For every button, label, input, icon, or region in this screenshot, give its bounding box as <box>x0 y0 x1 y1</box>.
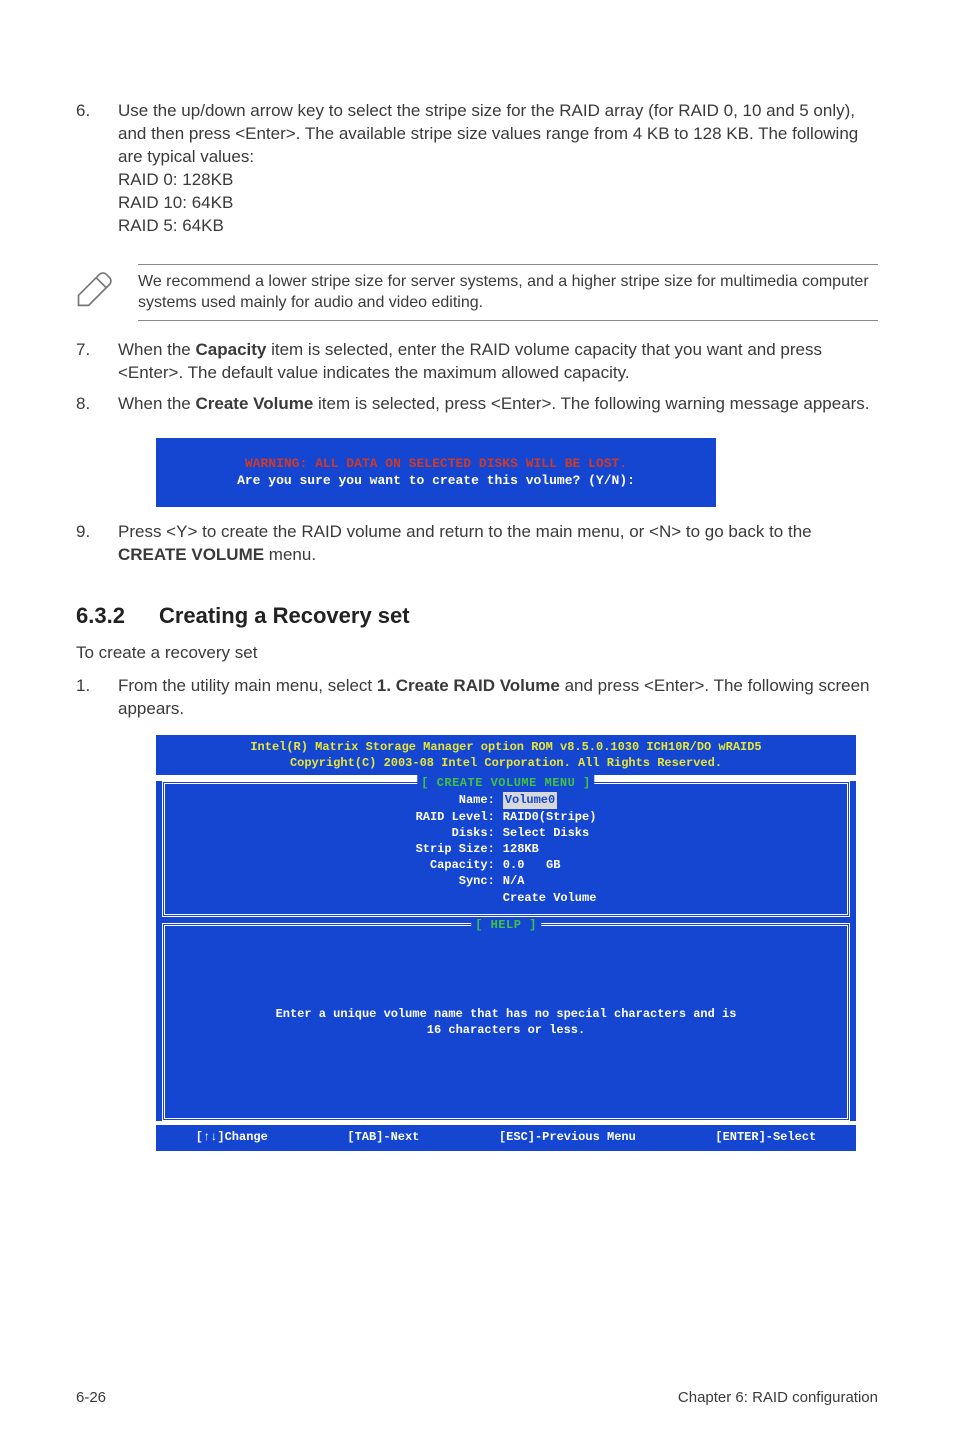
list-number: 1. <box>76 675 118 721</box>
bios-body: [ CREATE VOLUME MENU ] Name: RAID Level:… <box>156 781 856 1120</box>
label-sync: Sync: <box>416 873 495 889</box>
list-item-1: 1. From the utility main menu, select 1.… <box>76 675 878 721</box>
list-body: When the Capacity item is selected, ente… <box>118 339 878 385</box>
list-number: 7. <box>76 339 118 385</box>
list-body: From the utility main menu, select 1. Cr… <box>118 675 878 721</box>
list-number: 9. <box>76 521 118 567</box>
document-page: 6. Use the up/down arrow key to select t… <box>0 0 954 1438</box>
page-number: 6-26 <box>76 1388 106 1408</box>
step6-text: Use the up/down arrow key to select the … <box>118 101 858 166</box>
step6-raid10: RAID 10: 64KB <box>118 193 233 212</box>
help-line1: Enter a unique volume name that has no s… <box>276 1006 737 1022</box>
step6-raid0: RAID 0: 128KB <box>118 170 233 189</box>
bios-header-line2: Copyright(C) 2003-08 Intel Corporation. … <box>162 755 850 771</box>
label-disks: Disks: <box>416 825 495 841</box>
bios-screenshot: Intel(R) Matrix Storage Manager option R… <box>156 735 856 1151</box>
page-footer: 6-26 Chapter 6: RAID configuration <box>76 1328 878 1408</box>
heading-number: 6.3.2 <box>76 601 125 631</box>
note-block: We recommend a lower stripe size for ser… <box>76 264 878 321</box>
list-item-8: 8. When the Create Volume item is select… <box>76 393 878 416</box>
step8-post: item is selected, press <Enter>. The fol… <box>313 394 869 413</box>
key-hint-change: [↑↓]Change <box>196 1129 268 1145</box>
label-capacity: Capacity: <box>416 857 495 873</box>
list-body: Press <Y> to create the RAID volume and … <box>118 521 878 567</box>
step7-pre: When the <box>118 340 196 359</box>
create-volume-menu: [ CREATE VOLUME MENU ] Name: RAID Level:… <box>162 781 850 916</box>
field-values: Volume0 RAID0(Stripe) Select Disks 128KB… <box>501 792 597 905</box>
intro-text: To create a recovery set <box>76 642 878 665</box>
value-create-volume: Create Volume <box>503 890 597 906</box>
step8-pre: When the <box>118 394 196 413</box>
warning-terminal: WARNING: ALL DATA ON SELECTED DISKS WILL… <box>156 438 716 507</box>
field-labels: Name: RAID Level: Disks: Strip Size: Cap… <box>416 792 501 905</box>
bios-footer-keys: [↑↓]Change [TAB]-Next [ESC]-Previous Men… <box>156 1125 856 1151</box>
create-volume-grid: Name: RAID Level: Disks: Strip Size: Cap… <box>175 792 837 905</box>
value-raid-level: RAID0(Stripe) <box>503 809 597 825</box>
list-number: 8. <box>76 393 118 416</box>
section-heading: 6.3.2 Creating a Recovery set <box>76 601 878 631</box>
chapter-title: Chapter 6: RAID configuration <box>678 1388 878 1408</box>
help-line2: 16 characters or less. <box>427 1022 585 1038</box>
pencil-note-icon <box>76 264 138 315</box>
note-text: We recommend a lower stripe size for ser… <box>138 264 878 321</box>
label-strip-size: Strip Size: <box>416 841 495 857</box>
key-hint-next: [TAB]-Next <box>347 1129 419 1145</box>
list-body: When the Create Volume item is selected,… <box>118 393 878 416</box>
warning-line-2: Are you sure you want to create this vol… <box>177 472 695 490</box>
step9-bold: CREATE VOLUME <box>118 545 264 564</box>
value-disks: Select Disks <box>503 825 597 841</box>
label-name: Name: <box>416 792 495 808</box>
value-capacity: 0.0 GB <box>503 857 597 873</box>
value-strip-size: 128KB <box>503 841 597 857</box>
bios-header-line1: Intel(R) Matrix Storage Manager option R… <box>162 739 850 755</box>
list-body: Use the up/down arrow key to select the … <box>118 100 878 238</box>
warning-line-1: WARNING: ALL DATA ON SELECTED DISKS WILL… <box>177 455 695 473</box>
create-volume-menu-title: [ CREATE VOLUME MENU ] <box>417 775 594 791</box>
label-raid-level: RAID Level: <box>416 809 495 825</box>
step6-raid5: RAID 5: 64KB <box>118 216 224 235</box>
list-item-7: 7. When the Capacity item is selected, e… <box>76 339 878 385</box>
key-hint-select: [ENTER]-Select <box>715 1129 816 1145</box>
help-panel-title: [ HELP ] <box>471 917 541 933</box>
list-number: 6. <box>76 100 118 238</box>
help-panel: [ HELP ] Enter a unique volume name that… <box>162 923 850 1121</box>
bios-header: Intel(R) Matrix Storage Manager option R… <box>156 735 856 775</box>
key-hint-prev: [ESC]-Previous Menu <box>499 1129 636 1145</box>
list-item-6: 6. Use the up/down arrow key to select t… <box>76 100 878 238</box>
step9-post: menu. <box>264 545 316 564</box>
value-sync: N/A <box>503 873 597 889</box>
help-content: Enter a unique volume name that has no s… <box>175 934 837 1110</box>
step8-bold: Create Volume <box>196 394 314 413</box>
step1-pre: From the utility main menu, select <box>118 676 377 695</box>
step7-bold: Capacity <box>196 340 267 359</box>
heading-title: Creating a Recovery set <box>159 601 410 631</box>
step9-pre: Press <Y> to create the RAID volume and … <box>118 522 812 541</box>
value-name-selected: Volume0 <box>503 792 557 808</box>
step1-bold: 1. Create RAID Volume <box>377 676 560 695</box>
list-item-9: 9. Press <Y> to create the RAID volume a… <box>76 521 878 567</box>
